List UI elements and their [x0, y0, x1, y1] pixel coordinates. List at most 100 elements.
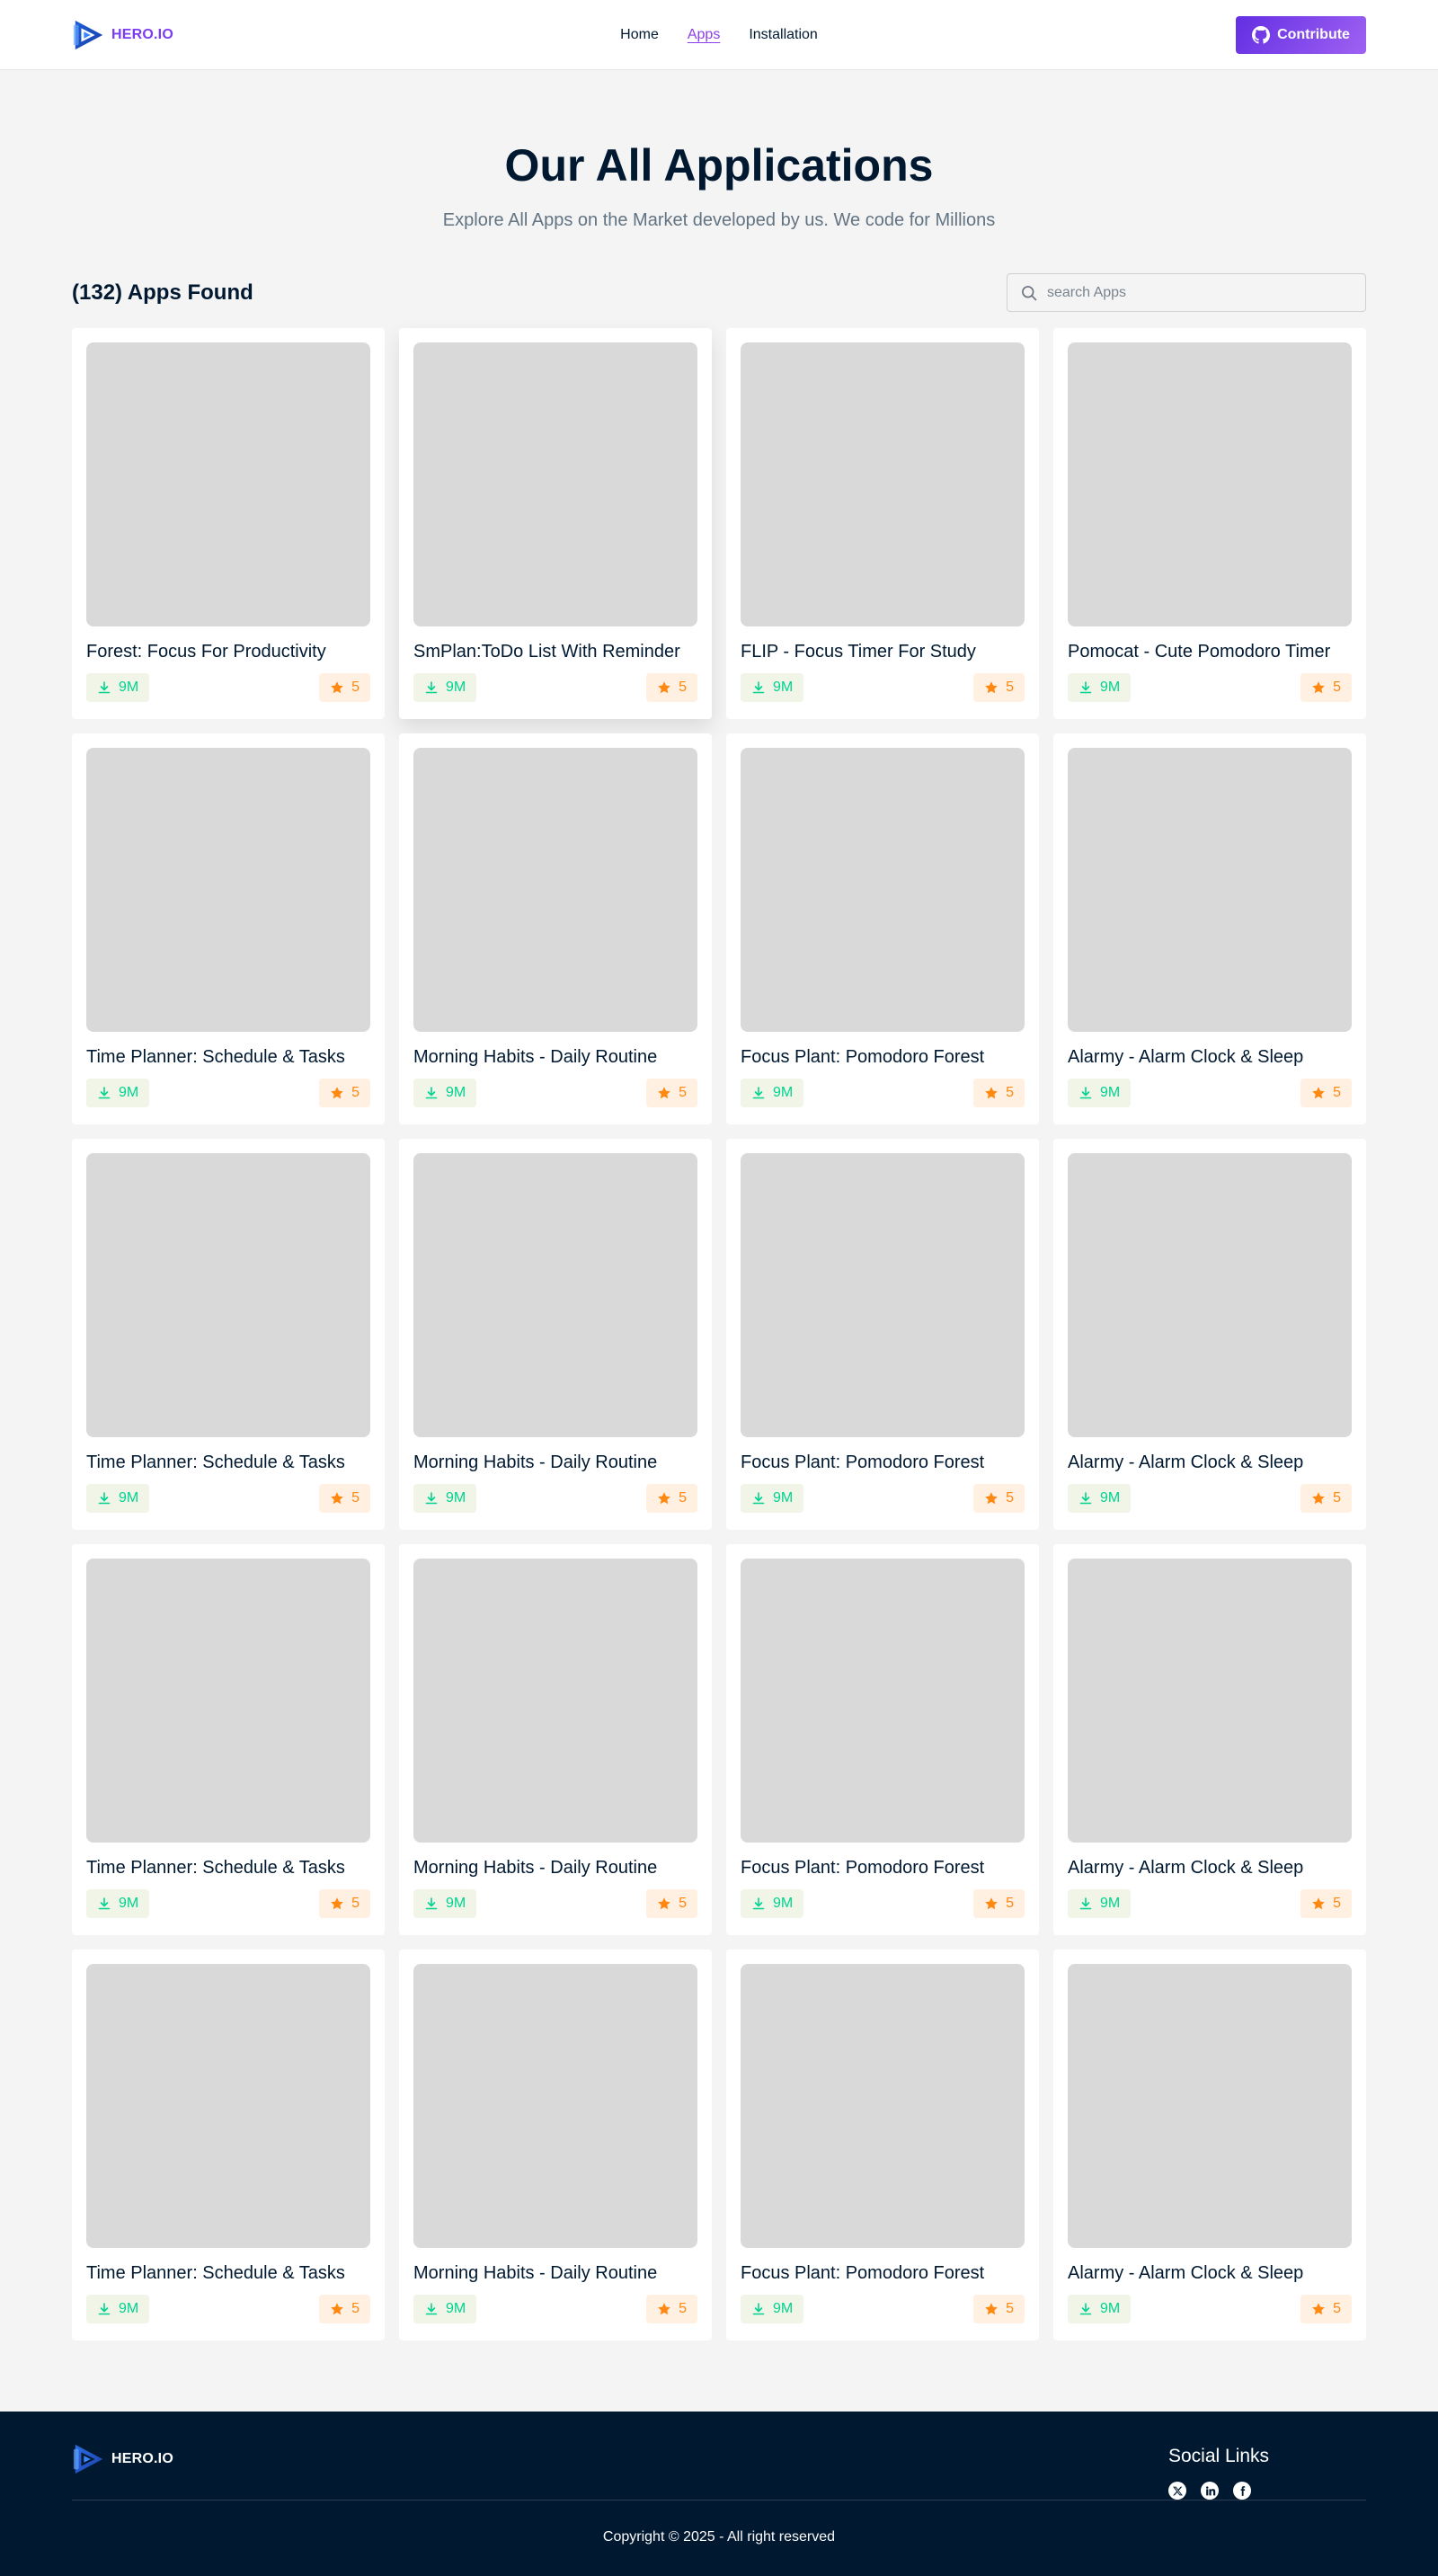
copyright: Copyright © 2025 - All right reserved: [602, 2529, 836, 2545]
rating-value: 5: [351, 2301, 360, 2316]
search-box[interactable]: [1007, 273, 1366, 312]
app-card[interactable]: Alarmy - Alarm Clock & Sleep 9M 5: [1053, 733, 1366, 1124]
search-input[interactable]: [1047, 284, 1344, 301]
apps-grid: Forest: Focus For Productivity 9M 5 SmPl…: [72, 328, 1366, 2341]
rating-badge: 5: [646, 1079, 697, 1107]
downloads-value: 9M: [1100, 680, 1121, 695]
rating-badge: 5: [973, 1079, 1025, 1107]
app-meta: 9M 5: [1068, 1889, 1352, 1918]
download-icon: [98, 681, 111, 694]
app-meta: 9M 5: [413, 673, 697, 702]
star-icon: [331, 2303, 343, 2315]
facebook-icon[interactable]: [1233, 2482, 1251, 2500]
app-thumbnail: [741, 1153, 1025, 1437]
star-icon: [1312, 1897, 1325, 1910]
app-card[interactable]: FLIP - Focus Timer For Study 9M 5: [726, 328, 1039, 719]
downloads-value: 9M: [1100, 1490, 1121, 1506]
brand-link[interactable]: HERO.IO: [72, 18, 173, 52]
app-thumbnail: [413, 748, 697, 1032]
app-thumbnail: [86, 342, 370, 626]
app-meta: 9M 5: [1068, 673, 1352, 702]
app-card[interactable]: Pomocat - Cute Pomodoro Timer 9M 5: [1053, 328, 1366, 719]
star-icon: [331, 1492, 343, 1505]
download-icon: [98, 2303, 111, 2315]
nav-home[interactable]: Home: [620, 23, 659, 47]
app-thumbnail: [741, 748, 1025, 1032]
download-icon: [425, 681, 438, 694]
x-icon[interactable]: [1168, 2482, 1186, 2500]
app-card[interactable]: Time Planner: Schedule & Tasks 9M 5: [72, 733, 385, 1124]
downloads-badge: 9M: [741, 673, 804, 702]
app-card[interactable]: Alarmy - Alarm Clock & Sleep 9M 5: [1053, 1950, 1366, 2341]
star-icon: [1312, 681, 1325, 694]
footer-brand-link[interactable]: HERO.IO: [72, 2442, 173, 2476]
app-card[interactable]: Forest: Focus For Productivity 9M 5: [72, 328, 385, 719]
app-title: Morning Habits - Daily Routine: [413, 1452, 658, 1472]
download-icon: [1079, 1087, 1092, 1099]
social-links-title: Social Links: [1168, 2446, 1270, 2466]
app-meta: 9M 5: [413, 1484, 697, 1513]
downloads-badge: 9M: [86, 1079, 150, 1107]
download-icon: [752, 2303, 765, 2315]
star-icon: [985, 1897, 998, 1910]
star-icon: [1312, 1492, 1325, 1505]
app-meta: 9M 5: [86, 1484, 370, 1513]
rating-value: 5: [679, 2301, 687, 2316]
app-thumbnail: [413, 1964, 697, 2248]
rating-badge: 5: [973, 1889, 1025, 1918]
app-thumbnail: [1068, 1964, 1352, 2248]
downloads-value: 9M: [773, 2301, 794, 2316]
app-title: Pomocat - Cute Pomodoro Timer: [1068, 642, 1331, 662]
app-card[interactable]: Focus Plant: Pomodoro Forest 9M 5: [726, 1544, 1039, 1935]
app-card[interactable]: Focus Plant: Pomodoro Forest 9M 5: [726, 733, 1039, 1124]
nav-apps[interactable]: Apps: [688, 23, 720, 47]
app-thumbnail: [1068, 748, 1352, 1032]
app-title: SmPlan:ToDo List With Reminder: [413, 642, 680, 662]
star-icon: [658, 2303, 670, 2315]
app-meta: 9M 5: [741, 673, 1025, 702]
page-subtitle: Explore All Apps on the Market developed…: [442, 210, 996, 230]
app-thumbnail: [413, 1153, 697, 1437]
download-icon: [1079, 2303, 1092, 2315]
star-icon: [331, 681, 343, 694]
app-card[interactable]: Time Planner: Schedule & Tasks 9M 5: [72, 1544, 385, 1935]
app-title: Time Planner: Schedule & Tasks: [86, 1047, 345, 1067]
downloads-value: 9M: [119, 680, 139, 695]
app-meta: 9M 5: [741, 2295, 1025, 2323]
app-card[interactable]: Morning Habits - Daily Routine 9M 5: [399, 1139, 712, 1530]
app-card[interactable]: Alarmy - Alarm Clock & Sleep 9M 5: [1053, 1544, 1366, 1935]
rating-badge: 5: [646, 2295, 697, 2323]
app-thumbnail: [86, 1153, 370, 1437]
linkedin-icon[interactable]: [1201, 2482, 1219, 2500]
app-thumbnail: [741, 342, 1025, 626]
downloads-badge: 9M: [413, 1484, 477, 1513]
app-card[interactable]: Morning Habits - Daily Routine 9M 5: [399, 1950, 712, 2341]
app-thumbnail: [413, 342, 697, 626]
app-meta: 9M 5: [741, 1889, 1025, 1918]
nav-installation[interactable]: Installation: [749, 23, 818, 47]
app-card[interactable]: Focus Plant: Pomodoro Forest 9M 5: [726, 1950, 1039, 2341]
downloads-badge: 9M: [1068, 1484, 1132, 1513]
app-card[interactable]: Time Planner: Schedule & Tasks 9M 5: [72, 1950, 385, 2341]
app-title: Time Planner: Schedule & Tasks: [86, 2263, 345, 2283]
rating-value: 5: [1006, 1490, 1014, 1506]
app-thumbnail: [413, 1559, 697, 1843]
app-meta: 9M 5: [413, 1079, 697, 1107]
downloads-badge: 9M: [413, 2295, 477, 2323]
footer-logo-icon: [73, 2444, 103, 2474]
app-card[interactable]: Morning Habits - Daily Routine 9M 5: [399, 1544, 712, 1935]
rating-value: 5: [1333, 1490, 1341, 1506]
app-card[interactable]: Focus Plant: Pomodoro Forest 9M 5: [726, 1139, 1039, 1530]
downloads-value: 9M: [119, 1490, 139, 1506]
app-card[interactable]: SmPlan:ToDo List With Reminder 9M 5: [399, 328, 712, 719]
app-card[interactable]: Morning Habits - Daily Routine 9M 5: [399, 733, 712, 1124]
rating-badge: 5: [646, 1889, 697, 1918]
app-card[interactable]: Alarmy - Alarm Clock & Sleep 9M 5: [1053, 1139, 1366, 1530]
app-thumbnail: [86, 1559, 370, 1843]
star-icon: [985, 1492, 998, 1505]
app-title: Alarmy - Alarm Clock & Sleep: [1068, 1452, 1304, 1472]
app-thumbnail: [86, 1964, 370, 2248]
app-card[interactable]: Time Planner: Schedule & Tasks 9M 5: [72, 1139, 385, 1530]
contribute-button[interactable]: Contribute: [1236, 16, 1366, 54]
rating-badge: 5: [1300, 1889, 1352, 1918]
